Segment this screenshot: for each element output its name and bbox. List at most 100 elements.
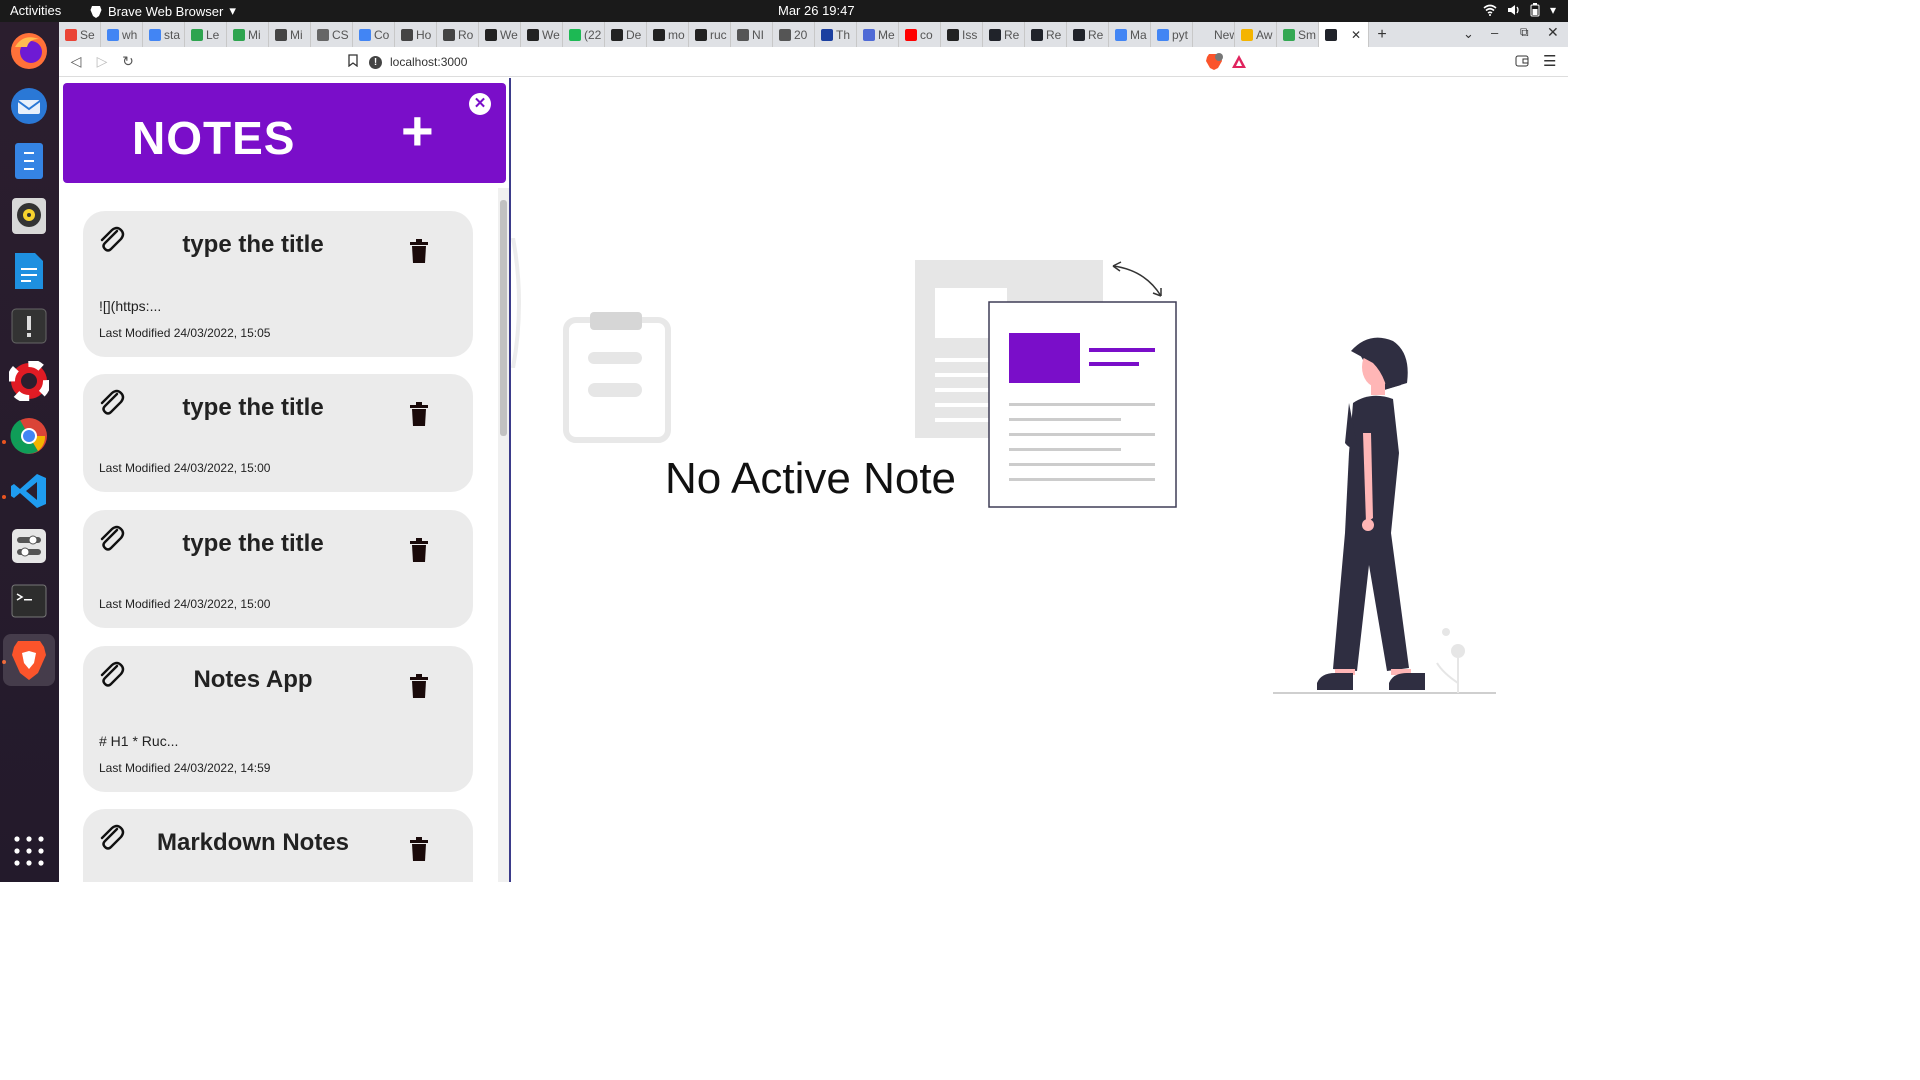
browser-tab[interactable]: Sm — [1277, 22, 1319, 47]
menu-icon[interactable]: ☰ — [1543, 52, 1556, 70]
paperclip-icon[interactable] — [97, 524, 125, 554]
note-title: type the title — [182, 231, 324, 258]
brave-rewards-icon[interactable] — [1231, 54, 1247, 72]
browser-tab[interactable]: pyt — [1151, 22, 1193, 47]
tabs-container: Se wh sta Le Mi Mi CS Co Ho Ro We We (22 De mo ruc NI 20 T… — [59, 22, 1369, 47]
maximize-button[interactable]: ⧉ — [1520, 25, 1529, 40]
browser-tab[interactable]: We — [521, 22, 563, 47]
system-tray[interactable]: ▾ — [1483, 3, 1556, 17]
trash-icon[interactable] — [410, 674, 428, 698]
browser-tab[interactable]: 20 — [773, 22, 815, 47]
site-info-icon[interactable]: ! — [369, 55, 382, 69]
tab-label: De — [626, 27, 642, 42]
browser-tab[interactable]: Ho — [395, 22, 437, 47]
running-indicator — [2, 440, 6, 444]
clipboard-icon — [563, 312, 671, 443]
tab-favicon-icon — [1157, 28, 1169, 41]
paperclip-icon[interactable] — [97, 388, 125, 418]
bookmark-icon[interactable] — [348, 54, 358, 70]
trash-icon[interactable] — [410, 538, 428, 562]
browser-tab[interactable]: CS — [311, 22, 353, 47]
trash-icon[interactable] — [410, 239, 428, 263]
browser-tab[interactable]: Me — [857, 22, 899, 47]
browser-tab[interactable]: De — [605, 22, 647, 47]
trash-icon[interactable] — [410, 402, 428, 426]
firefox-icon[interactable] — [8, 30, 50, 72]
app-menu[interactable]: Brave Web Browser ▾ — [90, 3, 236, 19]
writer-icon[interactable] — [8, 250, 50, 292]
app-center-icon[interactable] — [8, 305, 50, 347]
paperclip-icon[interactable] — [97, 823, 125, 853]
browser-tab[interactable]: co — [899, 22, 941, 47]
close-tab-icon[interactable]: ✕ — [1351, 28, 1361, 42]
rhythmbox-icon[interactable] — [8, 195, 50, 237]
browser-tab[interactable]: Mi — [269, 22, 311, 47]
note-card[interactable]: type the title ![](https:... Last Modifi… — [83, 211, 473, 357]
note-card[interactable]: Notes App # H1 * Ruc... Last Modified 24… — [83, 646, 473, 792]
browser-tab[interactable]: New T — [1193, 22, 1235, 47]
help-icon[interactable] — [8, 360, 50, 402]
activities-button[interactable]: Activities — [10, 3, 61, 18]
settings-icon[interactable] — [8, 525, 50, 567]
brave-icon[interactable] — [3, 634, 55, 686]
scrollbar-thumb[interactable] — [500, 200, 507, 436]
brave-shields-icon[interactable] — [1205, 53, 1223, 74]
browser-tab[interactable]: Ro — [437, 22, 479, 47]
tab-label: Se — [80, 27, 95, 42]
browser-tab[interactable]: Ma — [1109, 22, 1151, 47]
browser-tab[interactable]: Le — [185, 22, 227, 47]
reload-icon[interactable]: ↻ — [115, 53, 141, 70]
paperclip-icon[interactable] — [97, 225, 125, 255]
browser-tab[interactable]: Th — [815, 22, 857, 47]
tab-search-chevron-icon[interactable]: ⌄ — [1463, 26, 1474, 42]
tab-label: NI — [752, 27, 764, 42]
browser-tab[interactable]: We — [479, 22, 521, 47]
files-icon[interactable] — [8, 140, 50, 182]
browser-tab[interactable]: Iss — [941, 22, 983, 47]
tab-label: Mi — [248, 27, 261, 42]
browser-tab[interactable]: Re — [1067, 22, 1109, 47]
show-apps-icon[interactable] — [8, 830, 50, 872]
tab-label: co — [920, 27, 933, 42]
browser-tab[interactable]: (22 — [563, 22, 605, 47]
minimize-button[interactable]: – — [1491, 25, 1498, 40]
browser-tab[interactable]: ✕ — [1319, 22, 1369, 47]
browser-tab[interactable]: NI — [731, 22, 773, 47]
note-card[interactable]: type the title Last Modified 24/03/2022,… — [83, 374, 473, 492]
notes-app: NOTES + ✕ type the title ![](https:... L… — [59, 78, 1568, 882]
paperclip-icon[interactable] — [97, 660, 125, 690]
browser-tab[interactable]: sta — [143, 22, 185, 47]
close-sidebar-button[interactable]: ✕ — [469, 93, 491, 115]
browser-tab[interactable]: Co — [353, 22, 395, 47]
wallet-icon[interactable] — [1515, 54, 1529, 71]
browser-tab[interactable]: Re — [1025, 22, 1067, 47]
forward-icon[interactable]: ▷ — [89, 53, 115, 70]
add-note-button[interactable]: + — [401, 103, 434, 159]
tab-favicon-icon — [233, 28, 245, 41]
vscode-icon[interactable] — [8, 470, 50, 512]
browser-tab[interactable]: wh — [101, 22, 143, 47]
browser-tab[interactable]: Se — [59, 22, 101, 47]
notes-sidebar: NOTES + ✕ type the title ![](https:... L… — [59, 78, 511, 882]
browser-tab[interactable]: ruc — [689, 22, 731, 47]
back-icon[interactable]: ◁ — [63, 53, 89, 70]
trash-icon[interactable] — [410, 837, 428, 861]
note-card[interactable]: type the title Last Modified 24/03/2022,… — [83, 510, 473, 628]
browser-tab[interactable]: mo — [647, 22, 689, 47]
close-window-button[interactable]: ✕ — [1547, 24, 1559, 41]
thunderbird-icon[interactable] — [8, 85, 50, 127]
address-bar[interactable]: ! localhost:3000 — [369, 51, 1259, 73]
chrome-icon[interactable] — [8, 415, 50, 457]
notes-list: type the title ![](https:... Last Modifi… — [59, 188, 499, 882]
browser-tab[interactable]: Re — [983, 22, 1025, 47]
notes-scrollbar[interactable] — [498, 188, 509, 882]
tab-favicon-icon — [947, 28, 959, 41]
browser-tab[interactable]: Aw — [1235, 22, 1277, 47]
note-title: type the title — [182, 530, 324, 557]
note-card[interactable]: Markdown Notes — [83, 809, 473, 882]
new-tab-button[interactable]: + — [1369, 26, 1395, 44]
terminal-icon[interactable] — [8, 580, 50, 622]
notes-title: NOTES — [132, 112, 296, 164]
browser-tab[interactable]: Mi — [227, 22, 269, 47]
clock[interactable]: Mar 26 19:47 — [778, 3, 855, 18]
